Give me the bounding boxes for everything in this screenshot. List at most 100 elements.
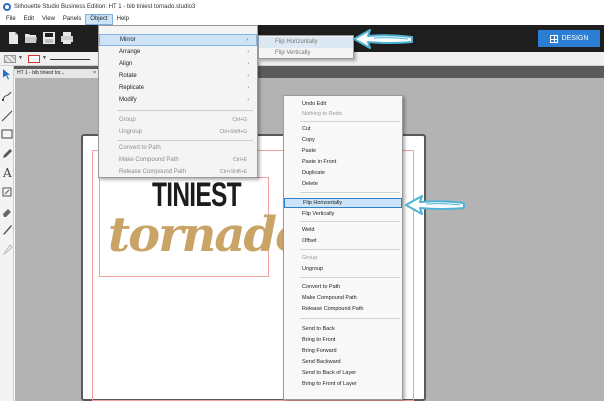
annotation-arrow-icon xyxy=(353,29,413,49)
document-tab[interactable]: HT 1 - bib tiniest tor... × xyxy=(14,69,98,78)
ctx-item-bring-to-front[interactable]: Bring to Front xyxy=(284,335,402,345)
menu-item-mirror[interactable]: Mirror › xyxy=(99,34,257,46)
chevron-right-icon: › xyxy=(247,85,249,91)
rectangle-tool-icon[interactable] xyxy=(1,128,13,140)
menu-item-align[interactable]: Align › xyxy=(99,58,257,70)
menu-view[interactable]: View xyxy=(38,14,59,25)
ctx-item-send-to-back-of-layer[interactable]: Send to Back of Layer xyxy=(284,368,402,378)
menu-shortcut: Ctrl+Shift+G xyxy=(219,129,247,135)
ctx-item-paste-in-front[interactable]: Paste in Front xyxy=(284,157,402,167)
ctx-item-send-to-back[interactable]: Send to Back xyxy=(284,324,402,334)
menu-help[interactable]: Help xyxy=(113,14,133,25)
ctx-item-nothing-to-redo[interactable]: Nothing to Redo xyxy=(284,109,402,119)
ctx-item-send-backward[interactable]: Send Backward xyxy=(284,357,402,367)
ctx-item-bring-forward[interactable]: Bring Forward xyxy=(284,346,402,356)
mirror-submenu: Flip Horizontally Flip Vertically xyxy=(258,35,354,59)
edit-points-icon[interactable] xyxy=(1,90,13,102)
menu-item-modify[interactable]: Modify › xyxy=(99,94,257,106)
chevron-right-icon: › xyxy=(247,97,249,103)
menu-object[interactable]: Object xyxy=(85,13,113,25)
menu-item-arrange[interactable]: Arrange › xyxy=(99,46,257,58)
silhouette-app-icon xyxy=(3,2,11,11)
ctx-item-cut[interactable]: Cut xyxy=(284,124,402,134)
menu-item-label: Convert to Path xyxy=(119,145,161,151)
menu-item-label: Ungroup xyxy=(119,129,143,135)
ctx-item-make-compound-path[interactable]: Make Compound Path xyxy=(284,293,402,303)
ctx-item-paste[interactable]: Paste xyxy=(284,146,402,156)
menu-item-replicate[interactable]: Replicate › xyxy=(99,82,257,94)
menu-separator xyxy=(300,249,400,250)
eyedropper-icon[interactable] xyxy=(1,244,13,256)
title-bar: Silhouette Studio Business Edition: HT 1… xyxy=(0,0,604,13)
ctx-item-release-compound-path[interactable]: Release Compound Path xyxy=(284,304,402,314)
ctx-item-weld[interactable]: Weld xyxy=(284,225,402,235)
line-tool-icon[interactable] xyxy=(1,110,13,122)
ctx-item-offset[interactable]: Offset xyxy=(284,236,402,246)
menu-item-label: Mirror xyxy=(120,37,136,43)
open-folder-icon[interactable] xyxy=(24,31,38,45)
menu-item-label: Replicate xyxy=(119,85,145,91)
ctx-item-duplicate[interactable]: Duplicate xyxy=(284,168,402,178)
design-tab-button[interactable]: DESIGN xyxy=(538,30,600,47)
menu-separator xyxy=(300,277,400,278)
ctx-item-group[interactable]: Group xyxy=(284,253,402,263)
line-style-preview[interactable] xyxy=(50,59,90,60)
ctx-item-delete[interactable]: Delete xyxy=(284,179,402,189)
document-tab-label: HT 1 - bib tiniest tor... xyxy=(17,70,65,76)
object-menu: Mirror › Arrange › Align › Rotate › Replicat… xyxy=(98,25,258,178)
eraser-icon[interactable] xyxy=(1,206,13,218)
menu-panels[interactable]: Panels xyxy=(59,14,85,25)
menu-separator xyxy=(300,192,400,193)
ctx-item-undo-edit[interactable]: Undo Edit xyxy=(284,99,402,109)
save-icon[interactable] xyxy=(42,31,56,45)
print-icon[interactable] xyxy=(60,31,74,45)
menu-separator xyxy=(117,110,253,111)
menu-separator xyxy=(300,121,400,122)
menu-shortcut: Ctrl+Shift+E xyxy=(220,169,247,175)
menu-item-label: Release Compound Path xyxy=(119,169,187,175)
chevron-right-icon: › xyxy=(247,61,249,67)
select-arrow-icon[interactable] xyxy=(1,68,13,80)
menu-shortcut: Ctrl+E xyxy=(232,157,247,163)
knife-icon[interactable] xyxy=(1,224,13,236)
ctx-item-copy[interactable]: Copy xyxy=(284,135,402,145)
menu-item-label: Arrange xyxy=(119,49,141,55)
menu-item-rotate[interactable]: Rotate › xyxy=(99,70,257,82)
submenu-item-flip-vertically[interactable]: Flip Vertically xyxy=(259,48,353,59)
menu-file[interactable]: File xyxy=(2,14,20,25)
chevron-down-icon[interactable]: ▼ xyxy=(42,55,47,61)
menu-item-label: Rotate xyxy=(119,73,137,79)
ctx-item-bring-to-front-of-layer[interactable]: Bring to Front of Layer xyxy=(284,379,402,389)
grid-icon xyxy=(549,34,558,43)
chevron-down-icon[interactable]: ▼ xyxy=(18,55,23,61)
menu-item-label: Make Compound Path xyxy=(119,157,179,163)
submenu-item-flip-horizontally[interactable]: Flip Horizontally xyxy=(259,37,353,48)
eraser-sketch-icon[interactable] xyxy=(1,186,13,198)
chevron-right-icon: › xyxy=(246,37,248,43)
menu-separator xyxy=(300,318,400,319)
text-tool-icon[interactable]: A xyxy=(1,166,13,180)
context-menu: Undo Edit Nothing to Redo Cut Copy Paste… xyxy=(283,95,403,400)
menu-item-convert-to-path[interactable]: Convert to Path xyxy=(99,142,257,154)
fill-color-swatch[interactable] xyxy=(4,55,16,63)
ctx-item-flip-vertically[interactable]: Flip Vertically xyxy=(284,209,402,219)
svg-text:A: A xyxy=(2,166,12,178)
ctx-item-flip-horizontally[interactable]: Flip Horizontally xyxy=(284,198,402,208)
ctx-item-ungroup[interactable]: Ungroup xyxy=(284,264,402,274)
menu-item-group[interactable]: Group Ctrl+G xyxy=(99,114,257,126)
menu-item-label: Group xyxy=(119,117,136,123)
menu-item-release-compound-path[interactable]: Release Compound Path Ctrl+Shift+E xyxy=(99,166,257,178)
ctx-item-convert-to-path[interactable]: Convert to Path xyxy=(284,282,402,292)
annotation-arrow-icon xyxy=(405,195,465,215)
pencil-tool-icon[interactable] xyxy=(1,148,13,160)
new-document-icon[interactable] xyxy=(6,31,20,45)
line-color-swatch[interactable] xyxy=(28,55,40,63)
window-title: Silhouette Studio Business Edition: HT 1… xyxy=(14,3,196,10)
menu-item-label: Align xyxy=(119,61,133,67)
menu-edit[interactable]: Edit xyxy=(20,14,38,25)
menu-item-ungroup[interactable]: Ungroup Ctrl+Shift+G xyxy=(99,126,257,138)
design-text-tornado[interactable]: tornado xyxy=(108,207,307,263)
menu-item-make-compound-path[interactable]: Make Compound Path Ctrl+E xyxy=(99,154,257,166)
design-label: DESIGN xyxy=(561,35,589,42)
close-icon[interactable]: × xyxy=(93,69,96,78)
